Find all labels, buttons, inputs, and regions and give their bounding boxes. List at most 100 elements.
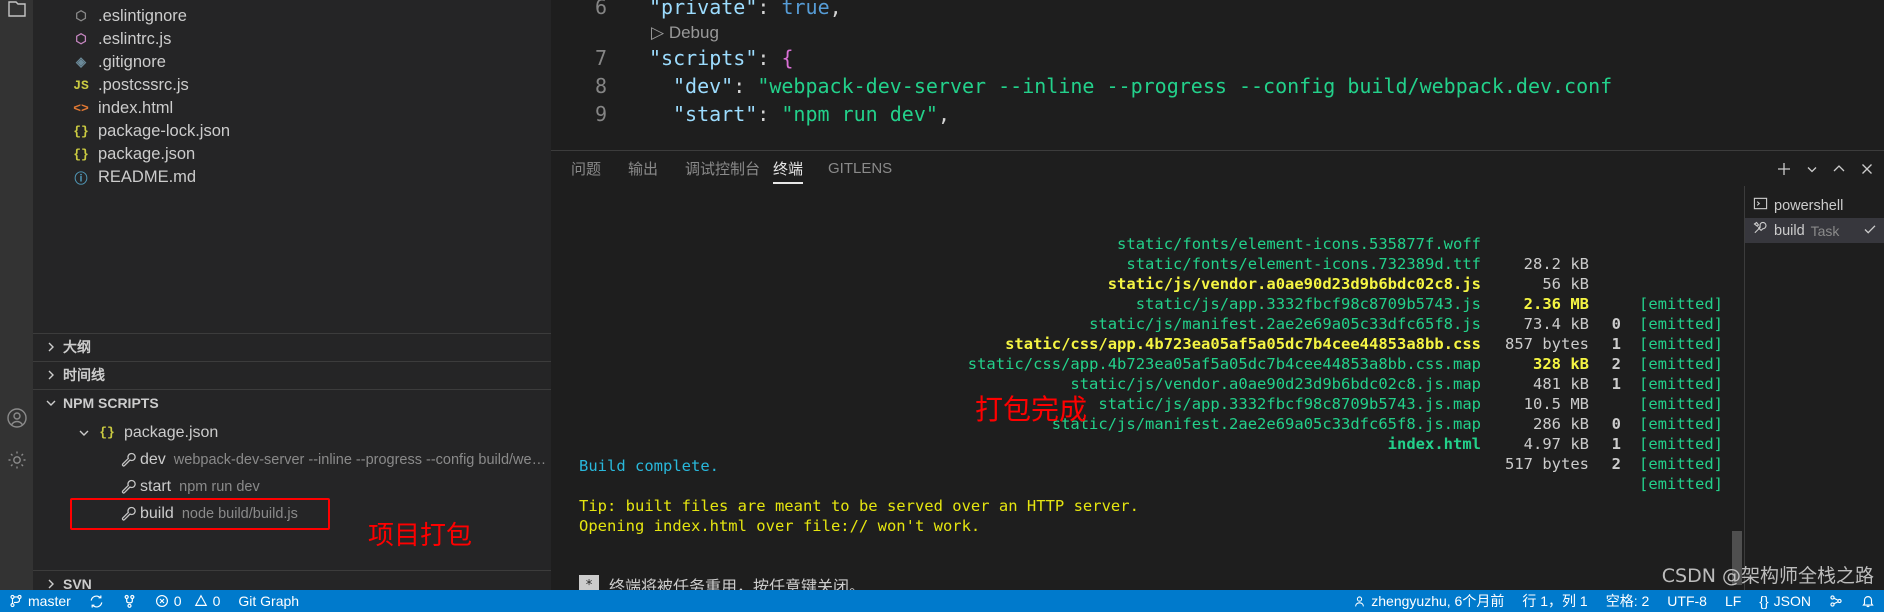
tools-icon <box>1753 221 1768 240</box>
terminal-item-build[interactable]: build Task <box>1745 218 1884 243</box>
watermark: CSDN @架构师全栈之路 <box>1661 565 1874 587</box>
status-live-share[interactable] <box>1820 590 1852 612</box>
file-label: .eslintignore <box>98 7 187 25</box>
error-count: 0 <box>173 593 182 609</box>
language-mode-text: JSON <box>1773 593 1811 609</box>
asset-name: static/fonts/element-icons.535877f.woff <box>1117 235 1481 253</box>
emitted-flag: [emitted] <box>1639 435 1723 453</box>
status-cursor-position[interactable]: 行 1，列 1 <box>1513 590 1596 612</box>
code-line-9: "start": "npm run dev", <box>673 102 950 126</box>
source-control-branch-icon <box>9 594 23 608</box>
tab-label: 调试控制台 <box>685 161 761 178</box>
file-type-icon: {} <box>73 124 89 139</box>
tip-line-2: Opening index.html over file:// won't wo… <box>579 517 981 535</box>
chunk-id: 1 <box>1611 335 1621 353</box>
line-number: 9 <box>594 102 607 126</box>
terminal-row: static/js/app.3332fbcf98c8709b5743.js.ma… <box>551 374 1723 473</box>
terminal-icon <box>1753 196 1768 215</box>
asset-size: 517 bytes <box>1505 455 1589 473</box>
npm-script-command: npm run dev <box>179 478 260 495</box>
terminal-output[interactable]: static/fonts/element-icons.535877f.woff … <box>551 186 1741 593</box>
terminal-row: static/js/vendor.a0ae90d23d9b6bdc02c8.js… <box>551 354 1723 453</box>
annotation-build-finished: 打包完成 <box>975 393 1088 426</box>
sidebar-section-timeline[interactable]: 时间线 <box>33 361 551 388</box>
tab-problems[interactable]: 问题 <box>571 151 601 186</box>
activity-bar <box>0 0 33 592</box>
json-file-icon: {} <box>99 425 115 440</box>
terminal-row: static/js/manifest.2ae2e69a05c33dfc65f8.… <box>551 294 1723 393</box>
play-icon: ▷ <box>651 23 665 42</box>
asset-size: 857 bytes <box>1505 335 1589 353</box>
status-encoding[interactable]: UTF-8 <box>1658 590 1716 612</box>
git-graph-branch-icon <box>122 594 137 609</box>
status-problems[interactable]: 0 0 <box>146 590 230 612</box>
cursor-position-text: 行 1，列 1 <box>1522 593 1588 609</box>
check-icon <box>1863 222 1877 240</box>
status-indentation[interactable]: 空格: 2 <box>1597 590 1659 612</box>
terminal-item-powershell[interactable]: powershell <box>1745 193 1884 218</box>
npm-script-name: dev <box>140 450 166 468</box>
file-item[interactable]: ⓘ README.md <box>33 164 551 191</box>
terminal-row: static/fonts/element-icons.732389d.ttf 5… <box>551 234 1723 333</box>
asset-size: 73.4 kB <box>1523 315 1589 333</box>
explorer-icon[interactable] <box>0 0 33 30</box>
emitted-flag: [emitted] <box>1639 415 1723 433</box>
npm-package-json-node[interactable]: {} package.json <box>33 419 551 446</box>
status-git-graph-branch[interactable] <box>113 590 146 612</box>
vscode-window: ⬡ .eslintignore ⬡ .eslintrc.js ◈ .gitign… <box>0 0 1884 612</box>
sidebar-section-outline[interactable]: 大纲 <box>33 333 551 360</box>
tab-label: 问题 <box>571 161 602 178</box>
emitted-flag: [emitted] <box>1639 295 1723 313</box>
npm-script-build[interactable]: build node build/build.js <box>33 500 551 527</box>
status-language-mode[interactable]: {} JSON <box>1750 590 1820 612</box>
tab-label: 终端 <box>773 161 804 178</box>
tab-debug-console[interactable]: 调试控制台 <box>685 151 760 186</box>
status-git-graph[interactable]: Git Graph <box>229 590 308 612</box>
status-bar-right: zhengyuzhu, 6个月前 行 1，列 1 空格: 2 UTF-8 LF … <box>1344 590 1884 612</box>
chunk-id: 1 <box>1611 375 1621 393</box>
tab-terminal[interactable]: 终端 <box>773 151 804 186</box>
chunk-id: 2 <box>1611 455 1621 473</box>
chevron-down-icon <box>45 397 63 409</box>
emitted-flag: [emitted] <box>1639 375 1723 393</box>
npm-package-label: package.json <box>124 423 219 441</box>
npm-script-start[interactable]: start npm run dev <box>33 473 551 500</box>
asset-name: static/js/app.3332fbcf98c8709b5743.js <box>1135 295 1481 313</box>
chunk-id: 1 <box>1611 435 1621 453</box>
wrench-icon <box>118 452 140 468</box>
code-editor[interactable]: 6 "private": true, ▷ Debug 7 "scripts": … <box>551 0 1884 160</box>
asset-size: 481 kB <box>1533 375 1589 393</box>
tab-label: GITLENS <box>828 160 893 177</box>
close-panel-icon[interactable] <box>1860 162 1874 176</box>
codelens-debug[interactable]: ▷ Debug <box>651 23 719 43</box>
asset-name: static/js/vendor.a0ae90d23d9b6bdc02c8.js <box>1107 275 1481 293</box>
new-terminal-icon[interactable] <box>1776 161 1792 177</box>
emitted-flag: [emitted] <box>1639 455 1723 473</box>
section-label: 大纲 <box>63 339 91 355</box>
maximize-panel-icon[interactable] <box>1832 162 1846 176</box>
tab-output[interactable]: 输出 <box>628 151 658 186</box>
terminal-row: static/js/app.3332fbcf98c8709b5743.js 73… <box>551 274 1723 373</box>
file-type-icon: ⓘ <box>74 172 88 187</box>
bottom-panel: 问题 输出 调试控制台 终端 GITLENS powershell build … <box>551 150 1884 593</box>
annotation-project-build: 项目打包 <box>368 521 473 551</box>
account-icon[interactable] <box>0 398 33 438</box>
build-complete-message: Build complete. <box>579 457 719 475</box>
status-eol[interactable]: LF <box>1716 590 1750 612</box>
status-blame[interactable]: zhengyuzhu, 6个月前 <box>1344 590 1513 612</box>
chunk-id: 0 <box>1611 415 1621 433</box>
npm-script-command: node build/build.js <box>181 505 298 522</box>
sidebar-section-npm-scripts[interactable]: NPM SCRIPTS <box>33 389 551 416</box>
status-branch[interactable]: master <box>0 590 80 612</box>
file-label: index.html <box>98 99 174 117</box>
npm-script-dev[interactable]: dev webpack-dev-server --inline --progre… <box>33 446 551 473</box>
chevron-down-icon[interactable] <box>1806 163 1818 175</box>
git-graph-label: Git Graph <box>238 593 300 609</box>
asset-size: 286 kB <box>1533 415 1589 433</box>
settings-gear-icon[interactable] <box>0 440 33 480</box>
tab-gitlens[interactable]: GITLENS <box>828 151 892 186</box>
status-sync[interactable] <box>80 590 113 612</box>
status-notifications[interactable] <box>1852 590 1884 612</box>
chevron-right-icon <box>45 578 63 590</box>
file-type-icon: JS <box>73 78 89 93</box>
